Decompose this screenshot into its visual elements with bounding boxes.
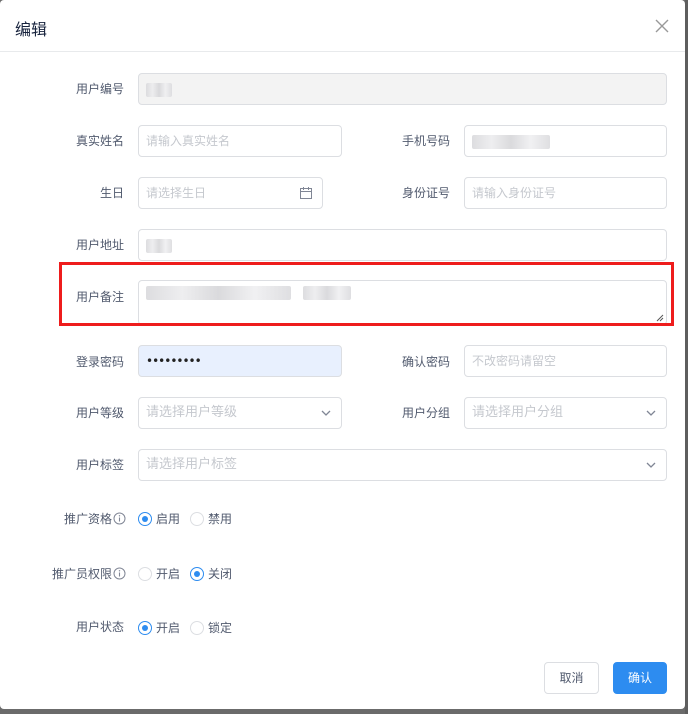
phone-input[interactable] bbox=[464, 125, 667, 157]
radio-lock[interactable]: 锁定 bbox=[190, 619, 232, 636]
radio-enable[interactable]: 启用 bbox=[138, 510, 180, 527]
cancel-button[interactable]: 取消 bbox=[544, 662, 599, 694]
user-status-label: 用户状态 bbox=[75, 620, 124, 634]
radio-disable[interactable]: 禁用 bbox=[190, 510, 232, 527]
user-id-label: 用户编号 bbox=[75, 82, 124, 96]
birthday-placeholder: 请选择生日 bbox=[146, 186, 207, 200]
chevron-down-icon bbox=[646, 462, 656, 468]
radio-circle-checked[interactable] bbox=[138, 511, 152, 526]
radio-label: 开启 bbox=[156, 567, 181, 581]
id-card-label: 身份证号 bbox=[401, 186, 450, 200]
radio-label: 关闭 bbox=[208, 567, 233, 581]
birthday-picker[interactable]: 请选择生日 bbox=[138, 177, 323, 209]
phone-label: 手机号码 bbox=[401, 134, 450, 148]
level-label: 用户等级 bbox=[75, 406, 124, 420]
address-label: 用户地址 bbox=[75, 238, 124, 252]
confirm-password-input[interactable]: 不改密码请留空 bbox=[464, 345, 667, 377]
level-select[interactable]: 请选择用户等级 bbox=[138, 397, 342, 429]
promotion-qualification-label: 推广资格 bbox=[64, 510, 126, 527]
radio-circle[interactable] bbox=[190, 620, 205, 635]
promoter-permission-radio-group: 开启 关闭 bbox=[138, 565, 242, 582]
chevron-down-icon bbox=[321, 410, 331, 416]
birthday-label: 生日 bbox=[99, 186, 124, 200]
radio-open[interactable]: 开启 bbox=[138, 619, 180, 636]
promotion-qualification-radio-group: 启用 禁用 bbox=[138, 510, 242, 527]
redacted-value bbox=[146, 82, 172, 97]
password-label: 登录密码 bbox=[75, 355, 124, 369]
radio-label: 禁用 bbox=[208, 512, 233, 526]
id-card-placeholder: 请输入身份证号 bbox=[472, 186, 557, 200]
radio-label: 启用 bbox=[156, 512, 181, 526]
close-icon[interactable] bbox=[653, 17, 671, 35]
real-name-label: 真实姓名 bbox=[75, 134, 124, 148]
redacted-value bbox=[146, 238, 172, 253]
tags-placeholder: 请选择用户标签 bbox=[146, 457, 238, 472]
highlight-box bbox=[59, 262, 674, 326]
redacted-value bbox=[472, 134, 550, 149]
password-value: ••••••••• bbox=[146, 354, 202, 368]
group-placeholder: 请选择用户分组 bbox=[472, 405, 564, 420]
radio-circle[interactable] bbox=[138, 566, 152, 581]
confirm-button[interactable]: 确认 bbox=[613, 662, 667, 694]
real-name-placeholder: 请输入真实姓名 bbox=[146, 134, 231, 148]
promoter-permission-label: 推广员权限 bbox=[52, 565, 126, 582]
radio-open[interactable]: 开启 bbox=[138, 565, 180, 582]
info-icon[interactable] bbox=[113, 512, 126, 525]
promoter-permission-text: 推广员权限 bbox=[51, 567, 112, 581]
chevron-down-icon bbox=[646, 410, 656, 416]
confirm-password-label: 确认密码 bbox=[401, 355, 450, 369]
dialog-header: 编辑 bbox=[0, 0, 685, 52]
radio-circle[interactable] bbox=[190, 511, 205, 526]
radio-circle-checked[interactable] bbox=[138, 620, 152, 635]
radio-label: 开启 bbox=[156, 621, 181, 635]
user-status-radio-group: 开启 锁定 bbox=[138, 619, 242, 636]
calendar-icon bbox=[300, 187, 312, 199]
group-label: 用户分组 bbox=[401, 406, 450, 420]
real-name-input[interactable]: 请输入真实姓名 bbox=[138, 125, 342, 157]
user-id-input[interactable] bbox=[138, 73, 667, 105]
tags-select[interactable]: 请选择用户标签 bbox=[138, 449, 667, 481]
radio-label: 锁定 bbox=[208, 621, 233, 635]
promotion-qualification-text: 推广资格 bbox=[63, 512, 112, 526]
id-card-input[interactable]: 请输入身份证号 bbox=[464, 177, 667, 209]
info-icon[interactable] bbox=[113, 567, 126, 580]
dialog-title: 编辑 bbox=[15, 20, 48, 39]
password-input[interactable]: ••••••••• bbox=[138, 345, 342, 377]
confirm-password-placeholder: 不改密码请留空 bbox=[472, 354, 557, 368]
tags-label: 用户标签 bbox=[75, 458, 124, 472]
level-placeholder: 请选择用户等级 bbox=[146, 405, 238, 420]
address-input[interactable] bbox=[138, 229, 667, 261]
radio-close[interactable]: 关闭 bbox=[190, 565, 232, 582]
radio-circle-checked[interactable] bbox=[190, 566, 205, 581]
edit-dialog: 编辑 用户编号 真实姓名 请输入真实姓名 手机号码 生日 请选择生日 身份证号 … bbox=[0, 0, 685, 709]
group-select[interactable]: 请选择用户分组 bbox=[464, 397, 667, 429]
